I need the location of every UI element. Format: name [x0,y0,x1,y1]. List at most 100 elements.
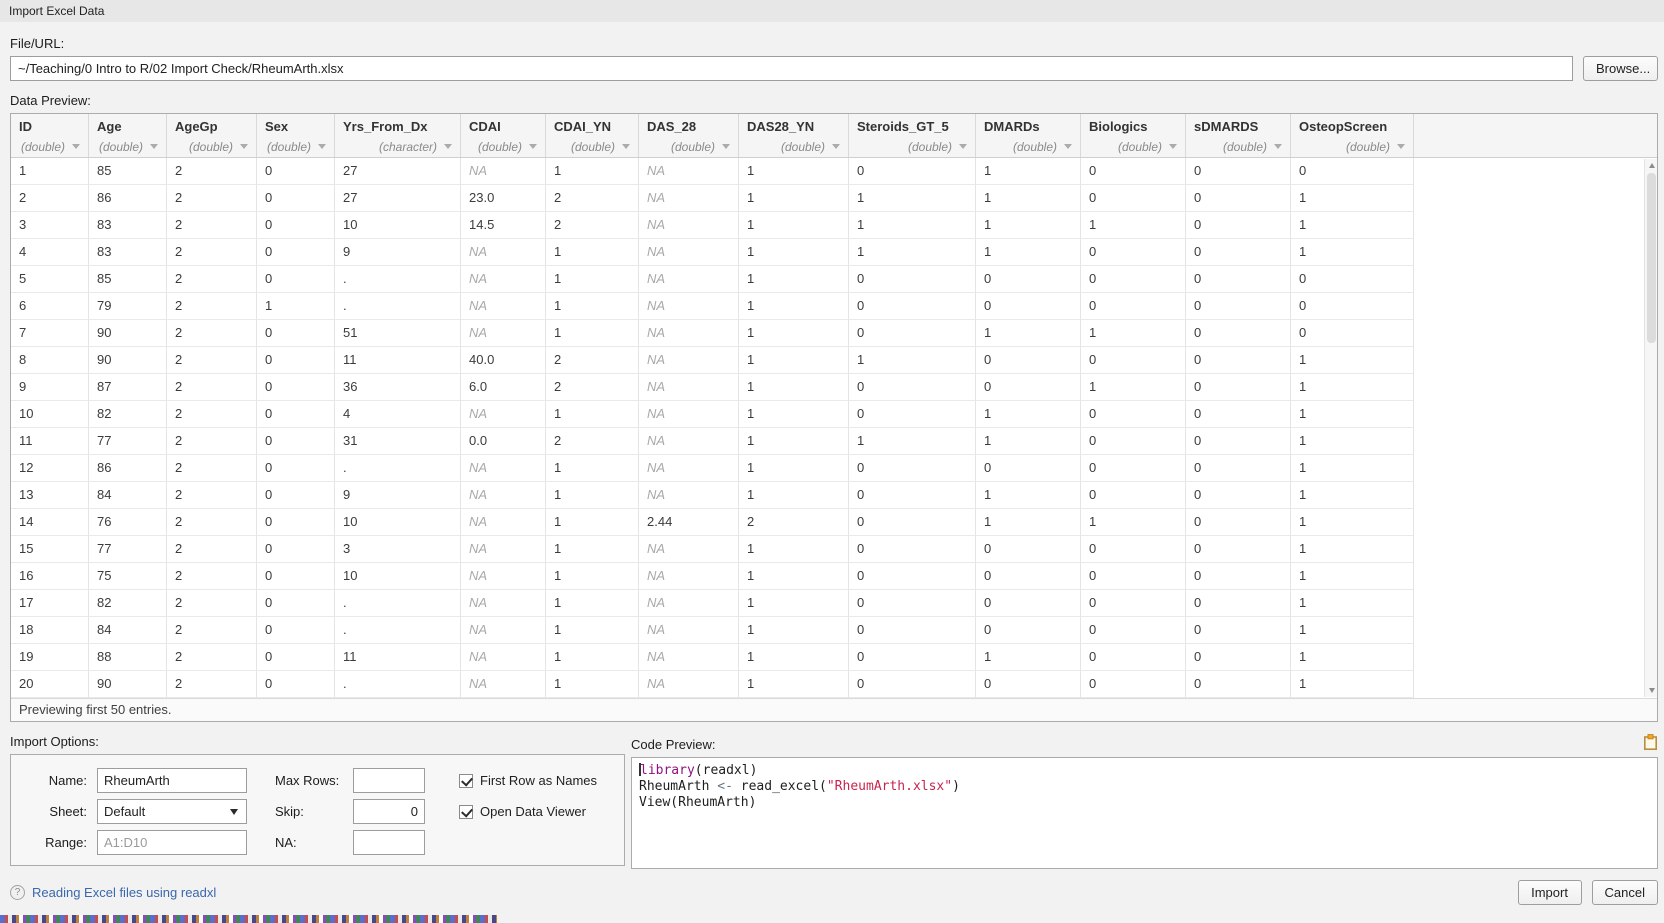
table-cell: 1 [546,158,639,185]
scrollbar-thumb[interactable] [1647,173,1656,343]
code-line: library(readxl) [639,763,1650,779]
table-cell: 1 [1081,509,1186,536]
column-menu-icon[interactable] [622,144,630,149]
table-cell: 1 [739,455,849,482]
table-cell: 0 [257,509,335,536]
clipboard-icon[interactable] [1643,734,1658,750]
import-button[interactable]: Import [1518,880,1582,905]
table-cell: 0 [1081,158,1186,185]
table-cell: 1 [976,212,1081,239]
row-filler [1414,509,1657,536]
table-cell: NA [461,563,546,590]
help-link[interactable]: ? Reading Excel files using readxl [10,885,216,900]
table-row: 128620.NA1NA100001 [11,455,1657,482]
table-cell: 0 [1291,266,1414,293]
column-type: (double) [1223,140,1267,154]
column-type: (double) [99,140,143,154]
table-cell: NA [461,509,546,536]
column-menu-icon[interactable] [832,144,840,149]
table-row: 98720366.02NA100101 [11,374,1657,401]
row-filler [1414,185,1657,212]
table-cell: 1 [1291,455,1414,482]
column-menu-icon[interactable] [529,144,537,149]
table-cell: 1 [739,536,849,563]
table-cell: 1 [1291,347,1414,374]
table-cell: 10 [335,563,461,590]
table-cell: 1 [546,293,639,320]
table-scrollbar[interactable] [1644,159,1657,697]
table-cell: 9 [11,374,89,401]
column-menu-icon[interactable] [150,144,158,149]
scrollbar-up-icon[interactable] [1645,159,1658,172]
table-cell: 1 [976,428,1081,455]
code-token-plain: RheumArth [639,779,717,794]
table-cell: 2 [167,347,257,374]
table-cell: 0 [1081,293,1186,320]
dialog-titlebar[interactable]: Import Excel Data [0,0,1664,22]
table-cell: 2 [546,347,639,374]
na-input[interactable] [353,830,425,855]
browse-button[interactable]: Browse... [1583,56,1658,81]
column-menu-icon[interactable] [959,144,967,149]
row-filler [1414,374,1657,401]
table-cell: 1 [739,320,849,347]
table-cell: NA [461,401,546,428]
table-row: 1852027NA1NA101000 [11,158,1657,185]
table-cell: 0 [257,266,335,293]
table-cell: 11 [335,347,461,374]
column-menu-icon[interactable] [1169,144,1177,149]
table-cell: 14 [11,509,89,536]
column-menu-icon[interactable] [444,144,452,149]
table-cell: 0 [1186,266,1291,293]
table-cell: 2 [167,644,257,671]
column-name: OsteopScreen [1299,119,1405,134]
file-url-input[interactable] [10,56,1573,81]
table-cell: 1 [739,293,849,320]
table-cell: NA [639,320,739,347]
column-menu-icon[interactable] [240,144,248,149]
table-cell: 82 [89,401,167,428]
sheet-select[interactable]: Default [97,799,247,824]
table-cell: NA [461,590,546,617]
table-cell: 1 [1291,239,1414,266]
code-token-string: "RheumArth.xlsx" [827,779,952,794]
column-menu-icon[interactable] [1397,144,1405,149]
table-cell: 1 [739,617,849,644]
scrollbar-down-icon[interactable] [1645,684,1658,697]
column-menu-icon[interactable] [318,144,326,149]
column-menu-icon[interactable] [1064,144,1072,149]
table-cell: NA [461,482,546,509]
table-cell: 0 [849,644,976,671]
table-cell: 3 [335,536,461,563]
table-cell: 3 [11,212,89,239]
table-cell: 0 [257,482,335,509]
table-cell: NA [639,401,739,428]
column-menu-icon[interactable] [722,144,730,149]
table-cell: 0 [1186,320,1291,347]
table-row: 19882011NA1NA101001 [11,644,1657,671]
table-cell: 0.0 [461,428,546,455]
column-name: Sex [265,119,326,134]
row-filler [1414,428,1657,455]
table-cell: 0 [976,590,1081,617]
code-token-keyword: library [640,763,695,778]
name-input[interactable] [97,768,247,793]
table-cell: 13 [11,482,89,509]
first-row-as-names-checkbox[interactable] [459,774,473,788]
code-preview-box[interactable]: library(readxl)RheumArth <- read_excel("… [631,757,1658,869]
table-cell: 2 [739,509,849,536]
table-cell: 0 [1186,590,1291,617]
code-token-operator: <- [717,779,733,794]
cancel-button[interactable]: Cancel [1592,880,1658,905]
table-cell: 27 [335,158,461,185]
table-cell: 9 [335,239,461,266]
table-cell: NA [639,374,739,401]
column-menu-icon[interactable] [1274,144,1282,149]
max-rows-input[interactable] [353,768,425,793]
column-menu-icon[interactable] [72,144,80,149]
table-cell: 1 [1291,509,1414,536]
skip-input[interactable] [353,799,425,824]
open-data-viewer-checkbox[interactable] [459,805,473,819]
row-filler [1414,320,1657,347]
range-input[interactable] [97,830,247,855]
